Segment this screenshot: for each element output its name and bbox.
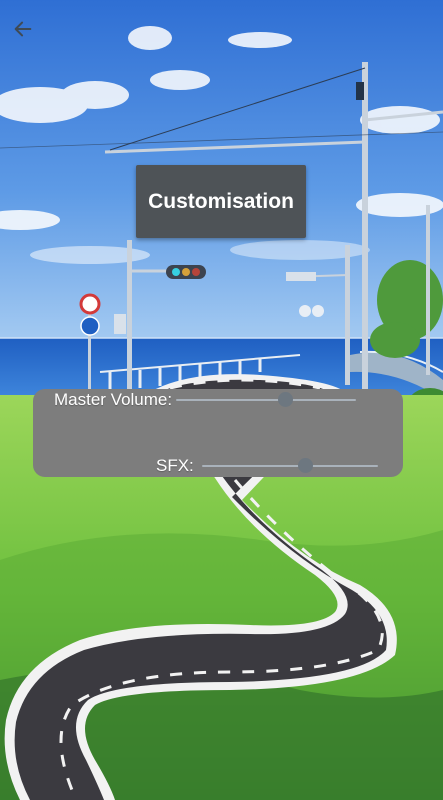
sfx-slider[interactable] — [201, 454, 378, 478]
arrow-left-icon — [14, 21, 32, 37]
master-volume-label: Master Volume: — [54, 390, 173, 409]
slider-thumb[interactable] — [278, 392, 294, 407]
slider-track — [201, 465, 378, 467]
slider-track — [176, 399, 357, 401]
customisation-button[interactable]: Customisation — [136, 165, 306, 238]
road-sign-bottom — [80, 316, 100, 336]
back-button[interactable] — [8, 14, 38, 44]
master-volume-row: Master Volume: — [54, 388, 357, 412]
road-sign-top — [79, 293, 101, 315]
settings-panel: Master Volume: SFX: — [33, 389, 403, 477]
master-volume-slider[interactable] — [176, 388, 357, 412]
sfx-label: SFX: — [156, 456, 194, 475]
sfx-row: SFX: — [156, 454, 378, 478]
slider-thumb[interactable] — [298, 458, 314, 473]
